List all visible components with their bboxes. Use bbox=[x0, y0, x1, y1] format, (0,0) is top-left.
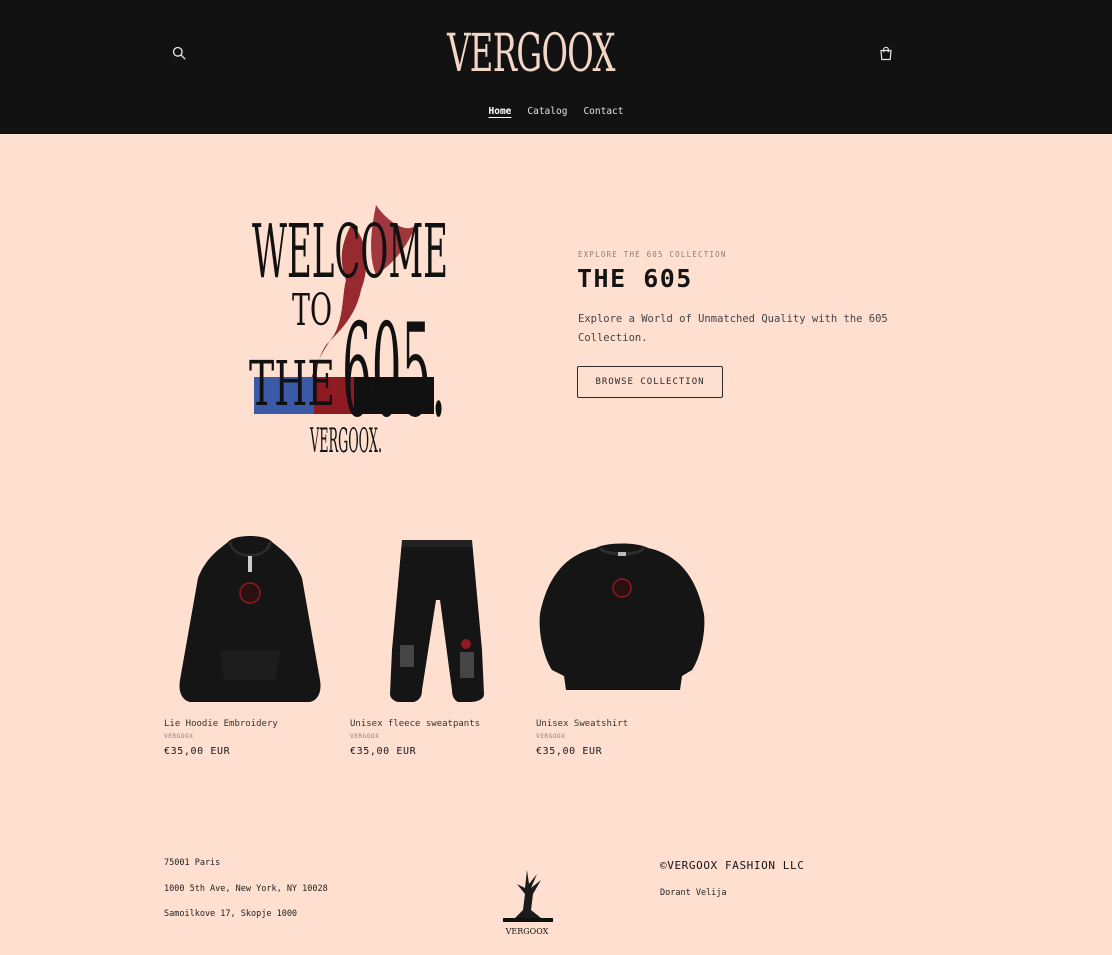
hero-art-line3: THE bbox=[249, 347, 335, 420]
product-card[interactable]: Lie Hoodie Embroidery VERGOOX €35,00 EUR bbox=[164, 530, 336, 757]
footer-owner: Dorant Velija bbox=[660, 888, 727, 898]
hero-artwork: WELCOME TO THE 605. VERGOOX. bbox=[249, 205, 448, 460]
hero-title: THE 605 bbox=[577, 264, 693, 293]
hero-art-line2: TO bbox=[292, 285, 332, 336]
footer-logo-text: VERGOOX bbox=[505, 927, 549, 936]
product-name[interactable]: Unisex fleece sweatpants bbox=[350, 719, 522, 729]
product-image-sweatpants[interactable] bbox=[350, 530, 522, 712]
site-header: VERGOOX Home Catalog Contact bbox=[0, 0, 1112, 134]
hero-eyebrow: EXPLORE THE 605 COLLECTION bbox=[578, 250, 727, 259]
footer-logo[interactable]: VERGOOX bbox=[497, 866, 557, 938]
nav-contact[interactable]: Contact bbox=[583, 106, 623, 122]
product-image-sweatshirt[interactable] bbox=[536, 530, 708, 712]
footer-copyright: ©VERGOOX FASHION LLC bbox=[660, 859, 805, 872]
product-name[interactable]: Unisex Sweatshirt bbox=[536, 719, 708, 729]
nav-catalog[interactable]: Catalog bbox=[527, 106, 567, 122]
product-name[interactable]: Lie Hoodie Embroidery bbox=[164, 719, 336, 729]
hero-art-line1: WELCOME bbox=[252, 209, 448, 295]
cart-button[interactable] bbox=[876, 42, 896, 64]
product-vendor: VERGOOX bbox=[164, 733, 194, 740]
browse-collection-button[interactable]: BROWSE COLLECTION bbox=[577, 366, 723, 398]
search-icon bbox=[172, 46, 186, 60]
footer-address-paris: 75001 Paris bbox=[164, 858, 221, 868]
product-price: €35,00 EUR bbox=[350, 746, 417, 757]
product-image-hoodie[interactable] bbox=[164, 530, 336, 712]
cart-icon bbox=[880, 46, 892, 60]
product-vendor: VERGOOX bbox=[350, 733, 380, 740]
product-vendor: VERGOOX bbox=[536, 733, 566, 740]
main-nav: Home Catalog Contact bbox=[0, 106, 1112, 122]
product-price: €35,00 EUR bbox=[164, 746, 231, 757]
footer-address-skopje: Samoilkove 17, Skopje 1000 bbox=[164, 909, 298, 919]
footer-address-newyork: 1000 5th Ave, New York, NY 10028 bbox=[164, 884, 328, 894]
nav-home[interactable]: Home bbox=[489, 106, 512, 122]
search-button[interactable] bbox=[169, 43, 189, 63]
site-logo[interactable]: VERGOOX bbox=[447, 20, 615, 88]
hero-art-brand: VERGOOX. bbox=[310, 421, 382, 460]
product-card[interactable]: Unisex Sweatshirt VERGOOX €35,00 EUR bbox=[536, 530, 708, 757]
product-card[interactable]: Unisex fleece sweatpants VERGOOX €35,00 … bbox=[350, 530, 522, 757]
product-price: €35,00 EUR bbox=[536, 746, 603, 757]
hero-description: Explore a World of Unmatched Quality wit… bbox=[578, 313, 888, 344]
